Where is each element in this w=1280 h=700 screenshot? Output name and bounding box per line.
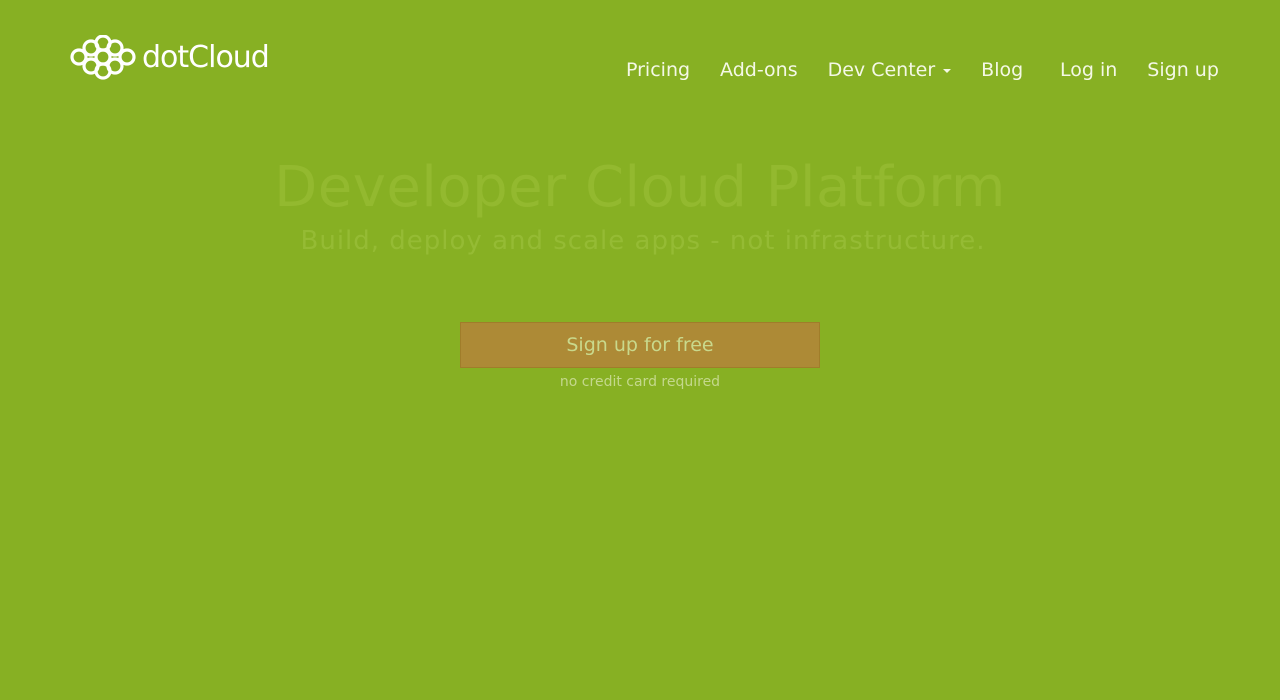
nav-add-ons[interactable]: Add-ons	[720, 59, 798, 81]
nav-dev-center[interactable]: Dev Center	[828, 59, 952, 81]
logo[interactable]: dotCloud	[70, 35, 270, 80]
page: dotCloud Pricing Add-ons Dev Center Blog…	[0, 0, 1280, 700]
logo-text: dotCloud	[142, 40, 270, 75]
nav-blog[interactable]: Blog	[981, 59, 1023, 81]
nav-pricing[interactable]: Pricing	[626, 59, 690, 81]
auth-nav: Log in Sign up	[1060, 56, 1219, 84]
cloud-chain-icon	[70, 35, 136, 80]
login-link[interactable]: Log in	[1060, 59, 1117, 81]
hero-title: Developer Cloud Platform	[274, 155, 1006, 220]
hero-subtitle: Build, deploy and scale apps - not infra…	[300, 226, 986, 256]
chevron-down-icon	[943, 69, 952, 73]
nav-dev-center-label: Dev Center	[827, 59, 936, 81]
cta-note: no credit card required	[559, 374, 721, 390]
signup-free-button[interactable]: Sign up for free	[460, 322, 820, 368]
signup-link[interactable]: Sign up	[1147, 59, 1219, 81]
main-nav: Pricing Add-ons Dev Center Blog	[626, 56, 1053, 84]
